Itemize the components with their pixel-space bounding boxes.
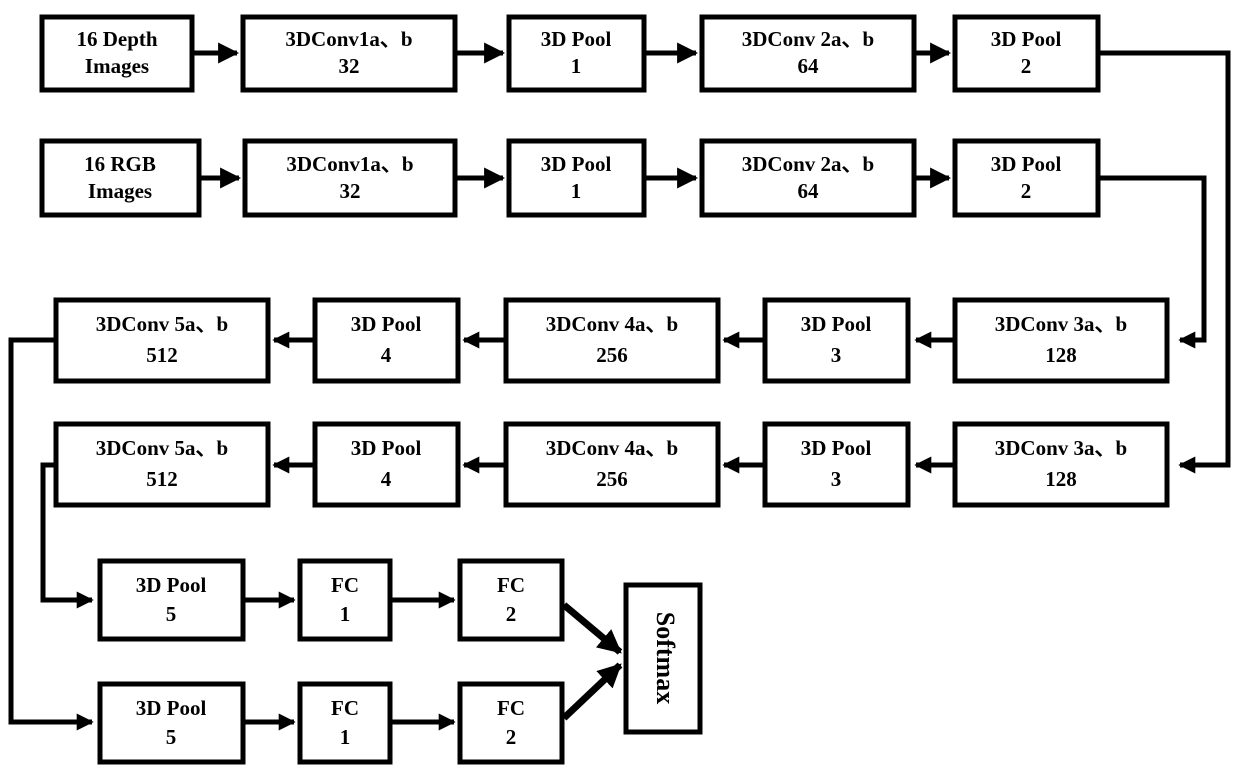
node-label-line2: 32 — [339, 54, 360, 78]
node-label-line1: 3D Pool — [136, 573, 207, 597]
node-label-line2: 1 — [571, 179, 582, 203]
node-depth-input[interactable]: 16 Depth Images — [39, 14, 195, 93]
edge-top-fc2-to-softmax — [561, 602, 623, 655]
node-depth-conv2[interactable]: 3DConv 2a、b 64 — [699, 14, 917, 93]
node-label-line2: Images — [88, 179, 152, 203]
node-label-line1: 3DConv 4a、b — [546, 312, 678, 336]
node-label-line2: 4 — [381, 343, 392, 367]
node-label-line2: 5 — [166, 602, 177, 626]
node-label-line2: 512 — [146, 467, 178, 491]
node-top-pool5[interactable]: 3D Pool 5 — [97, 558, 246, 642]
node-label-line1: FC — [331, 573, 359, 597]
node-label-line2: 256 — [596, 343, 628, 367]
node-label-line1: FC — [497, 696, 525, 720]
node-a-pool4[interactable]: 3D Pool 4 — [312, 297, 461, 384]
node-rgb-pool2[interactable]: 3D Pool 2 — [952, 138, 1101, 218]
node-label-line1: 3D Pool — [351, 312, 422, 336]
node-label-line2: 32 — [340, 179, 361, 203]
node-label-line2: 2 — [1021, 54, 1032, 78]
node-top-fc2[interactable]: FC 2 — [457, 558, 565, 642]
node-label-line1: 3D Pool — [991, 152, 1062, 176]
node-b-conv3[interactable]: 3DConv 3a、b 128 — [952, 421, 1170, 508]
edge-a-conv5-to-bottom-pool5 — [8, 337, 94, 731]
node-label-line1: 3DConv 4a、b — [546, 436, 678, 460]
node-label-line1: 3DConv1a、b — [286, 152, 413, 176]
node-label-line2: 1 — [340, 725, 351, 749]
node-label-line2: 64 — [798, 179, 820, 203]
node-label-line1: 3D Pool — [351, 436, 422, 460]
node-label-line1: FC — [331, 696, 359, 720]
node-b-conv5[interactable]: 3DConv 5a、b 512 — [53, 421, 271, 508]
node-bot-fc2[interactable]: FC 2 — [457, 681, 565, 765]
node-label-line1: 3D Pool — [541, 27, 612, 51]
node-label-line2: 4 — [381, 467, 392, 491]
node-label-line1: 3D Pool — [991, 27, 1062, 51]
node-label-line1: 3D Pool — [801, 312, 872, 336]
node-label-line1: 3D Pool — [136, 696, 207, 720]
diagram-canvas: 16 Depth Images 3DConv1a、b 32 3D Pool 1 … — [0, 0, 1240, 776]
node-label-line2: 2 — [506, 725, 517, 749]
node-bot-fc1[interactable]: FC 1 — [297, 681, 393, 765]
node-b-pool3[interactable]: 3D Pool 3 — [762, 421, 911, 508]
node-b-pool4[interactable]: 3D Pool 4 — [312, 421, 461, 508]
node-label-line2: 128 — [1045, 467, 1077, 491]
node-rgb-pool1[interactable]: 3D Pool 1 — [506, 138, 647, 218]
row-head-bottom: 3D Pool 5 FC 1 FC 2 — [97, 681, 565, 765]
node-label-line2: 64 — [798, 54, 820, 78]
node-b-conv4[interactable]: 3DConv 4a、b 256 — [503, 421, 721, 508]
node-depth-pool2[interactable]: 3D Pool 2 — [952, 14, 1101, 93]
node-label-line2: Images — [85, 54, 149, 78]
node-label-line2: 2 — [506, 602, 517, 626]
node-label-line1: 3DConv 5a、b — [96, 436, 228, 460]
row-rgb-stream: 16 RGB Images 3DConv1a、b 32 3D Pool 1 3D… — [39, 138, 1101, 218]
node-a-conv4[interactable]: 3DConv 4a、b 256 — [503, 297, 721, 384]
node-label-line2: 1 — [340, 602, 351, 626]
node-label-line2: 3 — [831, 467, 842, 491]
node-top-fc1[interactable]: FC 1 — [297, 558, 393, 642]
node-label-line1: 3DConv1a、b — [285, 27, 412, 51]
node-label-line1: 3D Pool — [801, 436, 872, 460]
node-bot-pool5[interactable]: 3D Pool 5 — [97, 681, 246, 765]
node-label-line2: 2 — [1021, 179, 1032, 203]
node-label-line1: 3DConv 3a、b — [995, 312, 1127, 336]
node-label-line2: 256 — [596, 467, 628, 491]
node-label-line1: FC — [497, 573, 525, 597]
node-label-line2: 3 — [831, 343, 842, 367]
row-head-top: 3D Pool 5 FC 1 FC 2 — [97, 558, 565, 642]
edge-bot-fc2-to-softmax — [561, 662, 623, 721]
edge-depth-pool2-to-stream-b-conv3 — [1098, 50, 1231, 474]
node-label-line1: 3DConv 2a、b — [742, 27, 874, 51]
node-label-line1: 16 Depth — [76, 27, 157, 51]
node-a-pool3[interactable]: 3D Pool 3 — [762, 297, 911, 384]
row-stream-b-stage2: 3DConv 3a、b 128 3D Pool 3 3DConv 4a、b 25… — [53, 421, 1170, 508]
row-depth-stream: 16 Depth Images 3DConv1a、b 32 3D Pool 1 … — [39, 14, 1101, 93]
node-label-line2: 128 — [1045, 343, 1077, 367]
row-stream-a-stage2: 3DConv 3a、b 128 3D Pool 3 3DConv 4a、b 25… — [53, 297, 1170, 384]
node-label-line2: 512 — [146, 343, 178, 367]
node-label-line1: 3DConv 5a、b — [96, 312, 228, 336]
softmax-label: Softmax — [651, 612, 680, 704]
architecture-diagram: 16 Depth Images 3DConv1a、b 32 3D Pool 1 … — [8, 14, 1231, 765]
node-a-conv5[interactable]: 3DConv 5a、b 512 — [53, 297, 271, 384]
node-rgb-input[interactable]: 16 RGB Images — [39, 138, 202, 218]
node-rgb-conv1[interactable]: 3DConv1a、b 32 — [242, 138, 458, 218]
node-a-conv3[interactable]: 3DConv 3a、b 128 — [952, 297, 1170, 384]
node-softmax[interactable]: Softmax — [623, 582, 703, 735]
node-label-line1: 3DConv 3a、b — [995, 436, 1127, 460]
node-depth-conv1[interactable]: 3DConv1a、b 32 — [240, 14, 458, 93]
node-label-line2: 1 — [571, 54, 582, 78]
node-label-line1: 16 RGB — [84, 152, 156, 176]
node-label-line2: 5 — [166, 725, 177, 749]
node-label-line1: 3D Pool — [541, 152, 612, 176]
node-depth-pool1[interactable]: 3D Pool 1 — [506, 14, 647, 93]
node-rgb-conv2[interactable]: 3DConv 2a、b 64 — [699, 138, 917, 218]
node-label-line1: 3DConv 2a、b — [742, 152, 874, 176]
